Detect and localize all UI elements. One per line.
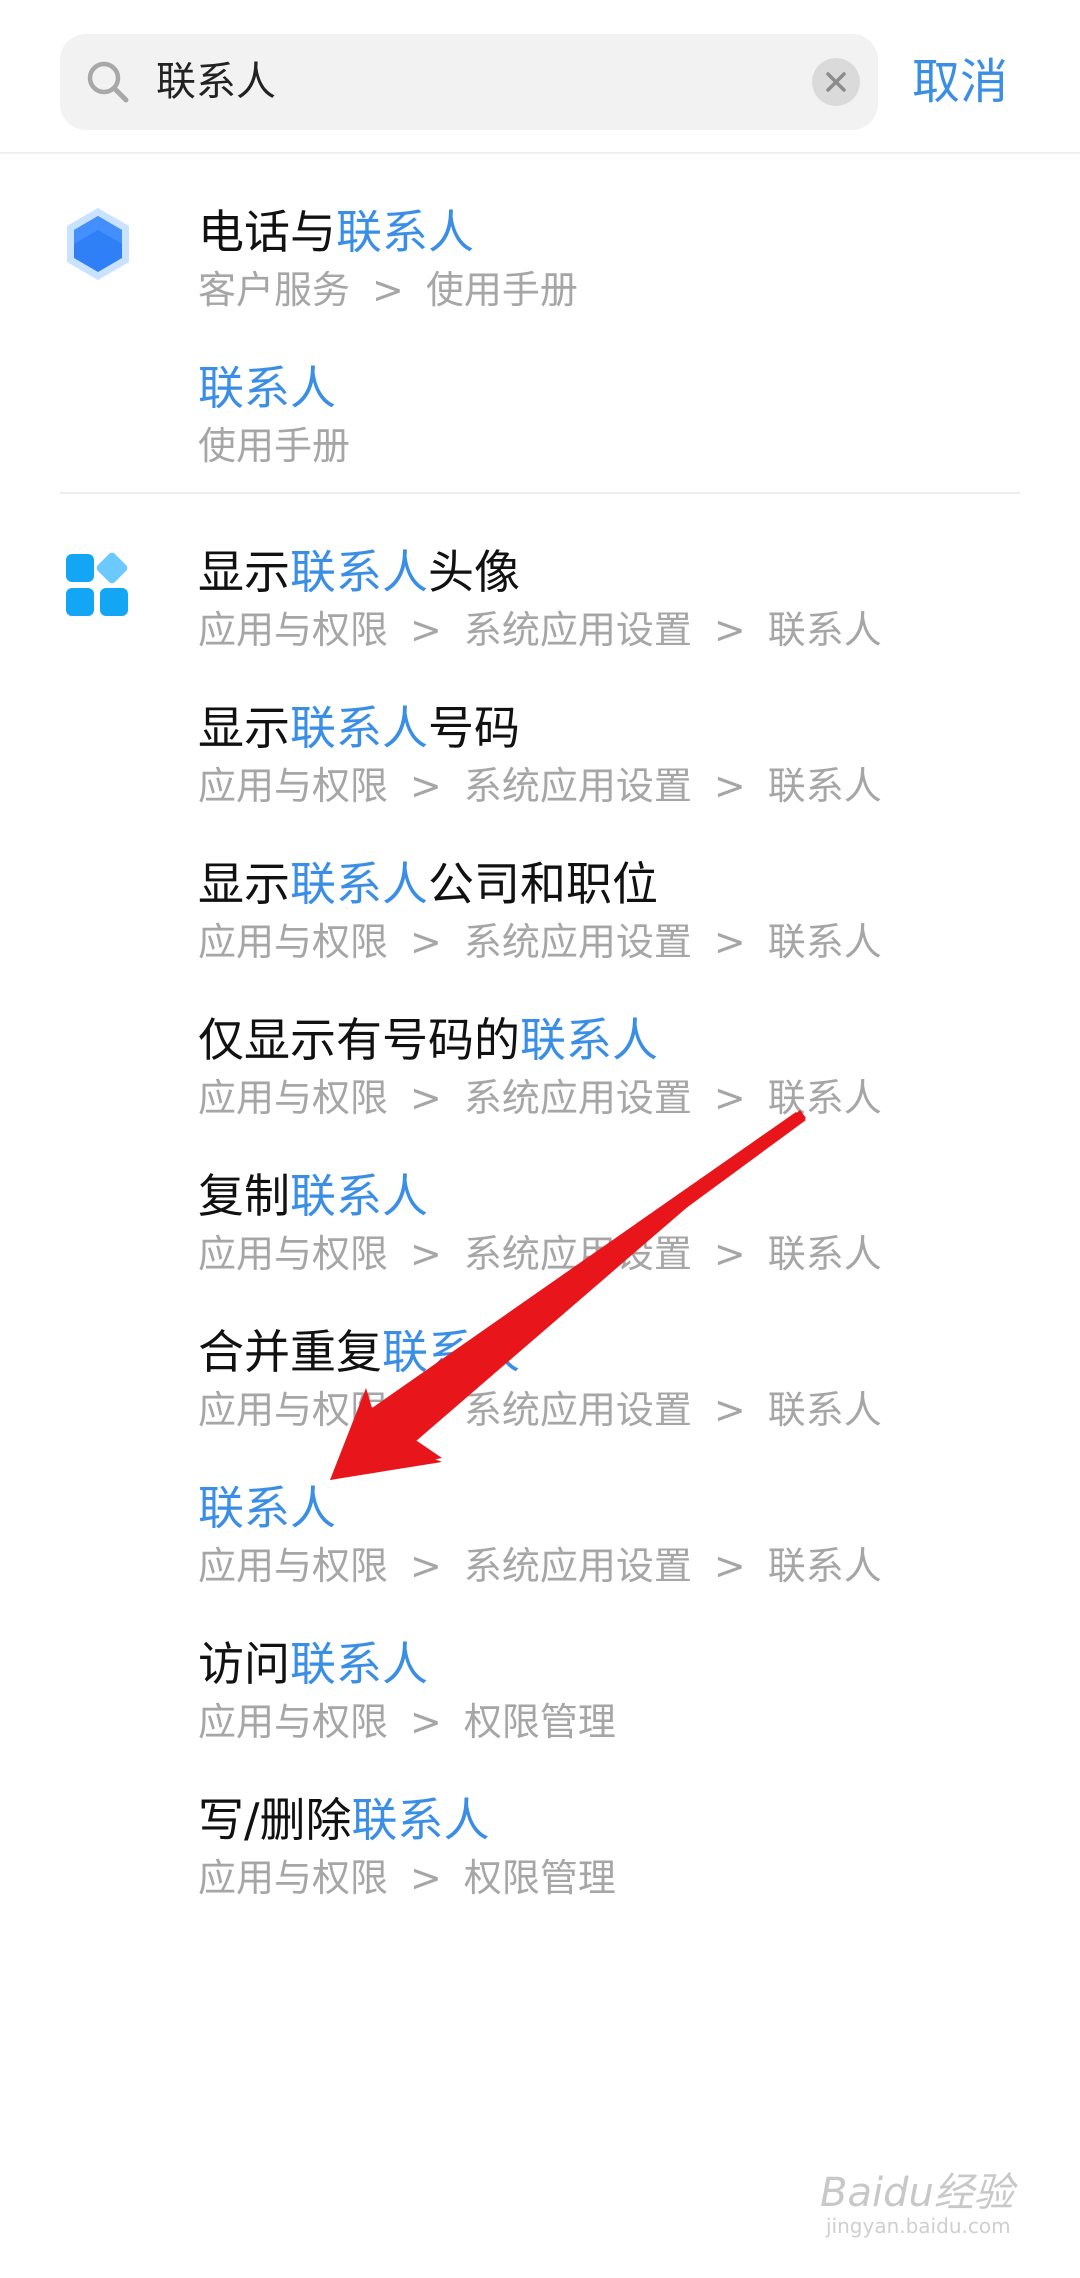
clear-button[interactable]	[812, 58, 860, 106]
result-title: 复制联系人	[198, 1169, 428, 1223]
result-item[interactable]: 电话与联系人 客户服务 > 使用手册	[0, 190, 1080, 340]
search-icon	[87, 61, 129, 103]
result-item[interactable]: 仅显示有号码的联系人 应用与权限 > 系统应用设置 > 联系人	[0, 998, 1080, 1148]
divider	[0, 152, 1080, 154]
result-item[interactable]: 复制联系人 应用与权限 > 系统应用设置 > 联系人	[0, 1154, 1080, 1304]
result-title: 仅显示有号码的联系人	[198, 1013, 658, 1067]
result-path: 使用手册	[198, 424, 351, 468]
result-item[interactable]: 访问联系人 应用与权限 > 权限管理	[0, 1622, 1080, 1772]
result-title: 显示联系人公司和职位	[198, 857, 658, 911]
cancel-button[interactable]: 取消	[912, 34, 1008, 130]
result-path: 客户服务 > 使用手册	[198, 268, 578, 312]
result-item[interactable]: 写/删除联系人 应用与权限 > 权限管理	[0, 1778, 1080, 1928]
search-box[interactable]: 联系人	[60, 34, 878, 130]
result-title: 电话与联系人	[198, 205, 474, 259]
result-path: 应用与权限 > 系统应用设置 > 联系人	[198, 920, 882, 964]
result-item[interactable]: 显示联系人号码 应用与权限 > 系统应用设置 > 联系人	[0, 686, 1080, 836]
result-item[interactable]: 显示联系人公司和职位 应用与权限 > 系统应用设置 > 联系人	[0, 842, 1080, 992]
result-path: 应用与权限 > 系统应用设置 > 联系人	[198, 1544, 882, 1588]
search-input[interactable]: 联系人	[156, 34, 276, 130]
result-item[interactable]: 联系人 应用与权限 > 系统应用设置 > 联系人	[0, 1466, 1080, 1616]
result-title: 写/删除联系人	[198, 1793, 490, 1847]
result-path: 应用与权限 > 系统应用设置 > 联系人	[198, 764, 882, 808]
result-path: 应用与权限 > 系统应用设置 > 联系人	[198, 1388, 882, 1432]
result-title: 显示联系人头像	[198, 545, 520, 599]
result-item[interactable]: 合并重复联系人 应用与权限 > 系统应用设置 > 联系人	[0, 1310, 1080, 1460]
result-item[interactable]: 联系人 使用手册	[0, 346, 1080, 496]
result-title: 联系人	[198, 1481, 336, 1535]
result-path: 应用与权限 > 系统应用设置 > 联系人	[198, 1232, 882, 1276]
result-title: 合并重复联系人	[198, 1325, 520, 1379]
result-path: 应用与权限 > 权限管理	[198, 1700, 616, 1744]
search-bar: 联系人 取消	[0, 0, 1080, 154]
result-path: 应用与权限 > 权限管理	[198, 1856, 616, 1900]
watermark-url: jingyan.baidu.com	[826, 2214, 1011, 2238]
result-title: 联系人	[198, 361, 336, 415]
result-title: 显示联系人号码	[198, 701, 520, 755]
close-icon	[826, 72, 846, 92]
result-path: 应用与权限 > 系统应用设置 > 联系人	[198, 608, 882, 652]
result-title: 访问联系人	[198, 1637, 428, 1691]
result-item[interactable]: 显示联系人头像 应用与权限 > 系统应用设置 > 联系人	[0, 530, 1080, 680]
result-path: 应用与权限 > 系统应用设置 > 联系人	[198, 1076, 882, 1120]
baidu-watermark: Baidu经验	[820, 2170, 1014, 2216]
